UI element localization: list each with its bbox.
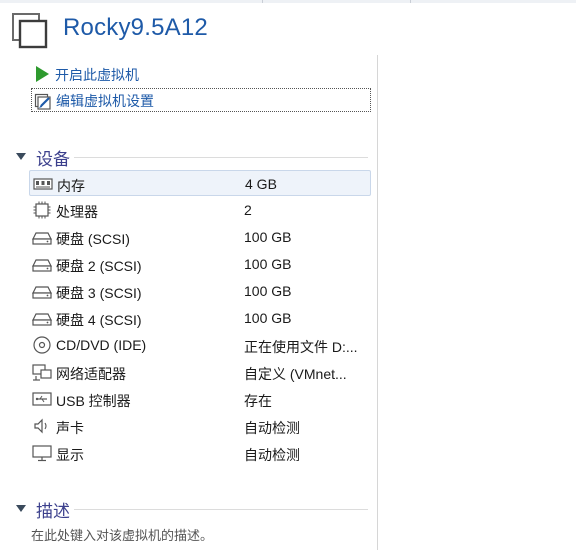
usb-icon (32, 392, 52, 406)
description-placeholder[interactable]: 在此处键入对该虚拟机的描述。 (31, 525, 213, 544)
device-row-network-adapter[interactable]: 网络适配器 自定义 (VMnet... (29, 359, 371, 385)
device-name: 硬盘 (SCSI) (56, 231, 130, 247)
device-row-hard-disk[interactable]: 硬盘 (SCSI) 100 GB (29, 224, 371, 250)
device-name: 硬盘 2 (SCSI) (56, 258, 142, 274)
hard-disk-icon (32, 259, 52, 272)
speaker-icon (34, 418, 47, 434)
section-divider (74, 509, 368, 510)
vm-summary-pane: 开启此虚拟机 编辑虚拟机设置 设备 内存 4 GB 处理器 2 硬盘 (SCSI… (0, 55, 378, 550)
device-value: 4 GB (245, 176, 277, 192)
device-value: 100 GB (244, 256, 292, 272)
devices-section-title: 设备 (36, 150, 70, 169)
device-row-hard-disk-4[interactable]: 硬盘 4 (SCSI) 100 GB (29, 305, 371, 331)
vm-header: Rocky9.5A12 (0, 3, 576, 55)
edit-settings-icon (34, 93, 51, 110)
device-name: 处理器 (56, 204, 98, 220)
device-name: 硬盘 3 (SCSI) (56, 285, 142, 301)
device-value: 存在 (244, 393, 272, 409)
edit-settings-label: 编辑虚拟机设置 (56, 93, 154, 109)
device-name: 内存 (57, 178, 85, 194)
hard-disk-icon (32, 286, 52, 299)
device-value: 2 (244, 202, 252, 218)
device-name: 硬盘 4 (SCSI) (56, 312, 142, 328)
section-divider (74, 157, 368, 158)
cd-dvd-icon (33, 336, 51, 354)
monitor-icon (32, 445, 52, 462)
device-value: 自定义 (VMnet... (244, 366, 347, 382)
power-on-label: 开启此虚拟机 (55, 67, 139, 83)
device-row-processor[interactable]: 处理器 2 (29, 197, 371, 223)
device-value: 正在使用文件 D:... (244, 339, 358, 355)
collapse-triangle-icon[interactable] (16, 505, 26, 512)
device-name: CD/DVD (IDE) (56, 337, 147, 353)
devices-section-header[interactable]: 设备 (16, 147, 368, 169)
device-row-usb-controller[interactable]: USB 控制器 存在 (29, 386, 371, 412)
device-name: 声卡 (56, 420, 84, 436)
virtual-machine-icon (12, 13, 48, 49)
hard-disk-icon (32, 232, 52, 245)
device-name: 显示 (56, 447, 84, 463)
collapse-triangle-icon[interactable] (16, 153, 26, 160)
device-name: USB 控制器 (56, 393, 131, 409)
device-value: 100 GB (244, 310, 292, 326)
vm-title: Rocky9.5A12 (63, 14, 208, 41)
device-row-hard-disk-3[interactable]: 硬盘 3 (SCSI) 100 GB (29, 278, 371, 304)
device-value: 100 GB (244, 283, 292, 299)
network-adapter-icon (32, 364, 52, 381)
device-row-memory[interactable]: 内存 4 GB (29, 170, 371, 196)
edit-vm-settings-link[interactable]: 编辑虚拟机设置 (31, 88, 371, 112)
hard-disk-icon (32, 313, 52, 326)
description-section-header[interactable]: 描述 (16, 499, 368, 521)
cpu-icon (33, 201, 51, 219)
device-value: 自动检测 (244, 420, 300, 436)
vm-preview-pane (378, 55, 576, 550)
description-section-title: 描述 (36, 502, 70, 521)
device-row-display[interactable]: 显示 自动检测 (29, 440, 371, 466)
device-row-hard-disk-2[interactable]: 硬盘 2 (SCSI) 100 GB (29, 251, 371, 277)
device-row-sound-card[interactable]: 声卡 自动检测 (29, 413, 371, 439)
power-on-vm-link[interactable]: 开启此虚拟机 (31, 62, 371, 86)
memory-icon (33, 178, 53, 190)
play-icon (36, 66, 49, 82)
device-row-cd-dvd[interactable]: CD/DVD (IDE) 正在使用文件 D:... (29, 332, 371, 358)
device-value: 自动检测 (244, 447, 300, 463)
device-name: 网络适配器 (56, 366, 126, 382)
device-value: 100 GB (244, 229, 292, 245)
